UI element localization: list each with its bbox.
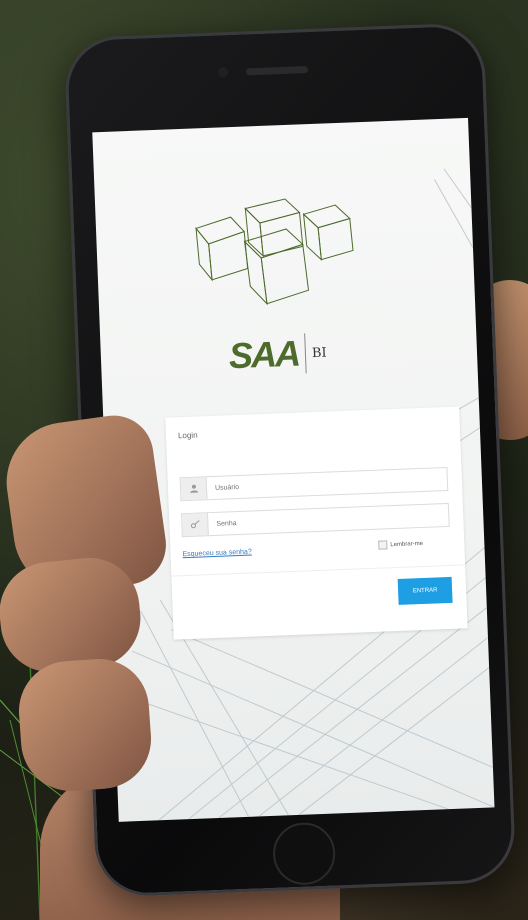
brand-wordmark: SAA BI: [228, 332, 327, 378]
brand-suffix: BI: [311, 345, 327, 361]
password-input[interactable]: [208, 511, 439, 528]
brand-divider: [304, 333, 307, 374]
password-field[interactable]: [180, 502, 450, 538]
username-input[interactable]: [206, 475, 437, 492]
login-card: Login Esqueceu sua senha? Lembrar-me ENT: [165, 406, 468, 640]
login-title: Login: [177, 430, 198, 441]
ring-finger: [15, 655, 155, 795]
home-button[interactable]: [271, 821, 337, 886]
remember-checkbox[interactable]: [378, 540, 388, 550]
key-icon: [182, 513, 209, 537]
remember-label: Lembrar-me: [390, 540, 424, 548]
earpiece-speaker: [245, 66, 309, 76]
card-divider: [171, 564, 466, 577]
isometric-cubes-icon: [195, 198, 354, 306]
username-field[interactable]: [179, 466, 449, 502]
user-icon: [180, 477, 208, 501]
remember-me[interactable]: Lembrar-me: [378, 539, 423, 550]
brand-name: SAA: [228, 332, 300, 377]
login-button[interactable]: ENTRAR: [397, 576, 453, 605]
forgot-password-link[interactable]: Esqueceu sua senha?: [182, 549, 251, 559]
front-camera: [217, 67, 229, 78]
